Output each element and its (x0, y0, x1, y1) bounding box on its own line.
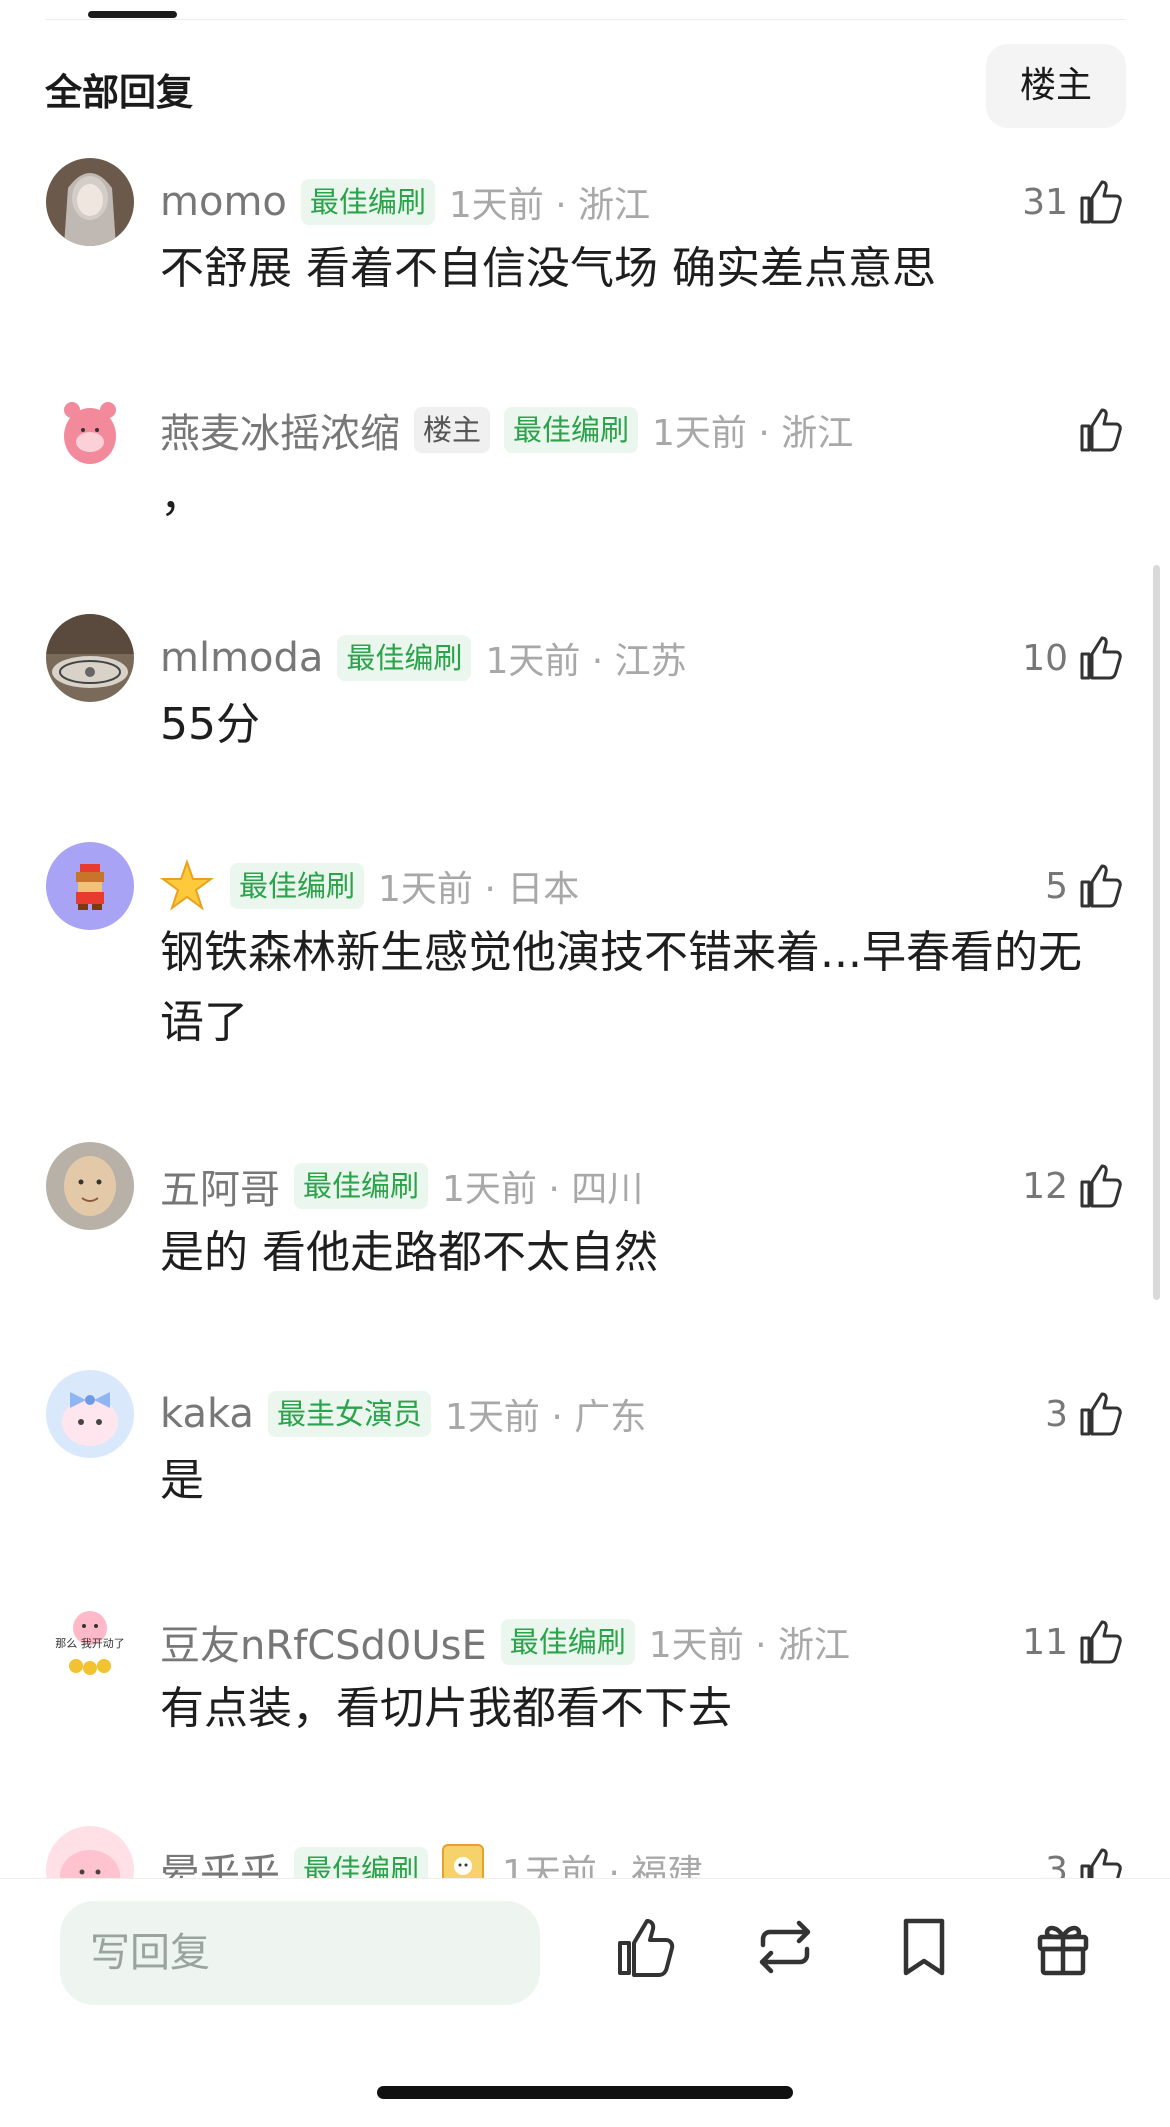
comment-text: 钢铁森林新生感觉他演技不错来着...早春看的无语了 (160, 927, 1082, 1048)
username[interactable]: 五阿哥 (160, 1157, 280, 1215)
avatar-sticker-text: 那么 我开动了 (55, 1637, 125, 1650)
like-count: 11 (1022, 1621, 1068, 1663)
comment-meta: 燕麦冰摇浓缩 楼主 最佳编刷 1天前 · 浙江 (160, 400, 853, 460)
comment-text: 有点装，看切片我都看不下去 (160, 1683, 732, 1734)
badge: 最佳编刷 (500, 1619, 635, 1665)
avatar[interactable]: 那么 我开动了 (46, 1598, 134, 1686)
avatar[interactable] (46, 386, 134, 474)
repost-icon[interactable] (753, 1915, 817, 1979)
bookmark-icon[interactable] (892, 1915, 956, 1979)
comment-meta: 最佳编刷 1天前 · 日本 (160, 856, 579, 916)
like-button[interactable] (1068, 400, 1126, 460)
badge: 最佳编刷 (300, 179, 435, 225)
like-button[interactable]: 10 (1022, 628, 1126, 688)
avatar[interactable] (46, 842, 134, 930)
time-location: 1天前 · 浙江 (648, 1625, 851, 1666)
comment-meta: momo 最佳编刷 1天前 · 浙江 (160, 172, 650, 232)
like-button[interactable]: 11 (1022, 1612, 1126, 1672)
avatar[interactable] (46, 1142, 134, 1230)
thumbs-up-icon (1080, 636, 1122, 680)
avatar[interactable] (46, 614, 134, 702)
thumbs-up-icon (1080, 408, 1122, 452)
username[interactable]: 豆友nRfCSd0UsE (160, 1613, 487, 1671)
time-location: 1天前 · 日本 (378, 869, 580, 910)
username[interactable]: mlmoda (160, 635, 323, 681)
time-location: 1天前 · 江苏 (485, 641, 687, 682)
star-icon (160, 859, 214, 911)
comment-text: 55分 (160, 699, 260, 750)
top-tab-indicator (88, 11, 177, 18)
like-count: 31 (1022, 181, 1068, 223)
comment-meta: mlmoda 最佳编刷 1天前 · 江苏 (160, 628, 687, 688)
avatar[interactable] (46, 1370, 134, 1458)
thumbs-up-icon (1080, 1620, 1122, 1664)
like-button[interactable]: 12 (1022, 1156, 1126, 1216)
badge: 最佳编刷 (504, 407, 639, 453)
badge: 最佳编刷 (230, 863, 365, 909)
section-title: 全部回复 (45, 71, 193, 114)
op-badge: 楼主 (414, 407, 491, 453)
badge: 最佳编刷 (294, 1163, 429, 1209)
bottom-action-bar: 写回复 (0, 1878, 1170, 2127)
thumbs-up-icon[interactable] (614, 1915, 678, 1979)
comment-text: 不舒展 看着不自信没气场 确实差点意思 (160, 243, 936, 294)
like-button[interactable]: 31 (1022, 172, 1126, 232)
like-count: 3 (1045, 1393, 1068, 1435)
like-count: 10 (1022, 637, 1068, 679)
like-button[interactable]: 5 (1045, 856, 1126, 916)
username[interactable]: momo (160, 179, 287, 225)
comment-meta: kaka 最圭女演员 1天前 · 广东 (160, 1384, 646, 1444)
like-count: 5 (1045, 865, 1068, 907)
comment-text: 是 (160, 1455, 204, 1506)
time-location: 1天前 · 浙江 (652, 413, 854, 454)
op-only-filter-button[interactable]: 楼主 (986, 44, 1126, 128)
badge: 最佳编刷 (337, 635, 472, 681)
username[interactable]: 燕麦冰摇浓缩 (160, 401, 400, 459)
time-location: 1天前 · 浙江 (448, 185, 651, 226)
time-location: 1天前 · 广东 (444, 1397, 647, 1438)
scrollbar[interactable] (1153, 565, 1160, 1300)
home-indicator (377, 2086, 793, 2099)
badge: 最圭女演员 (267, 1391, 431, 1437)
reply-input[interactable]: 写回复 (60, 1901, 540, 2005)
comment-meta: 五阿哥 最佳编刷 1天前 · 四川 (160, 1156, 643, 1216)
like-button[interactable]: 3 (1045, 1384, 1126, 1444)
thumbs-up-icon (1080, 1392, 1122, 1436)
top-divider (45, 19, 1125, 20)
comment-text: 是的 看他走路都不太自然 (160, 1227, 658, 1278)
like-count: 12 (1022, 1165, 1068, 1207)
gift-icon[interactable] (1031, 1915, 1095, 1979)
thumbs-up-icon (1080, 1164, 1122, 1208)
thumbs-up-icon (1080, 180, 1122, 224)
comment-text: ， (160, 471, 204, 522)
username[interactable]: kaka (160, 1391, 254, 1437)
thumbs-up-icon (1080, 864, 1122, 908)
avatar[interactable] (46, 158, 134, 246)
time-location: 1天前 · 四川 (442, 1169, 644, 1210)
comment-meta: 豆友nRfCSd0UsE 最佳编刷 1天前 · 浙江 (160, 1612, 850, 1672)
